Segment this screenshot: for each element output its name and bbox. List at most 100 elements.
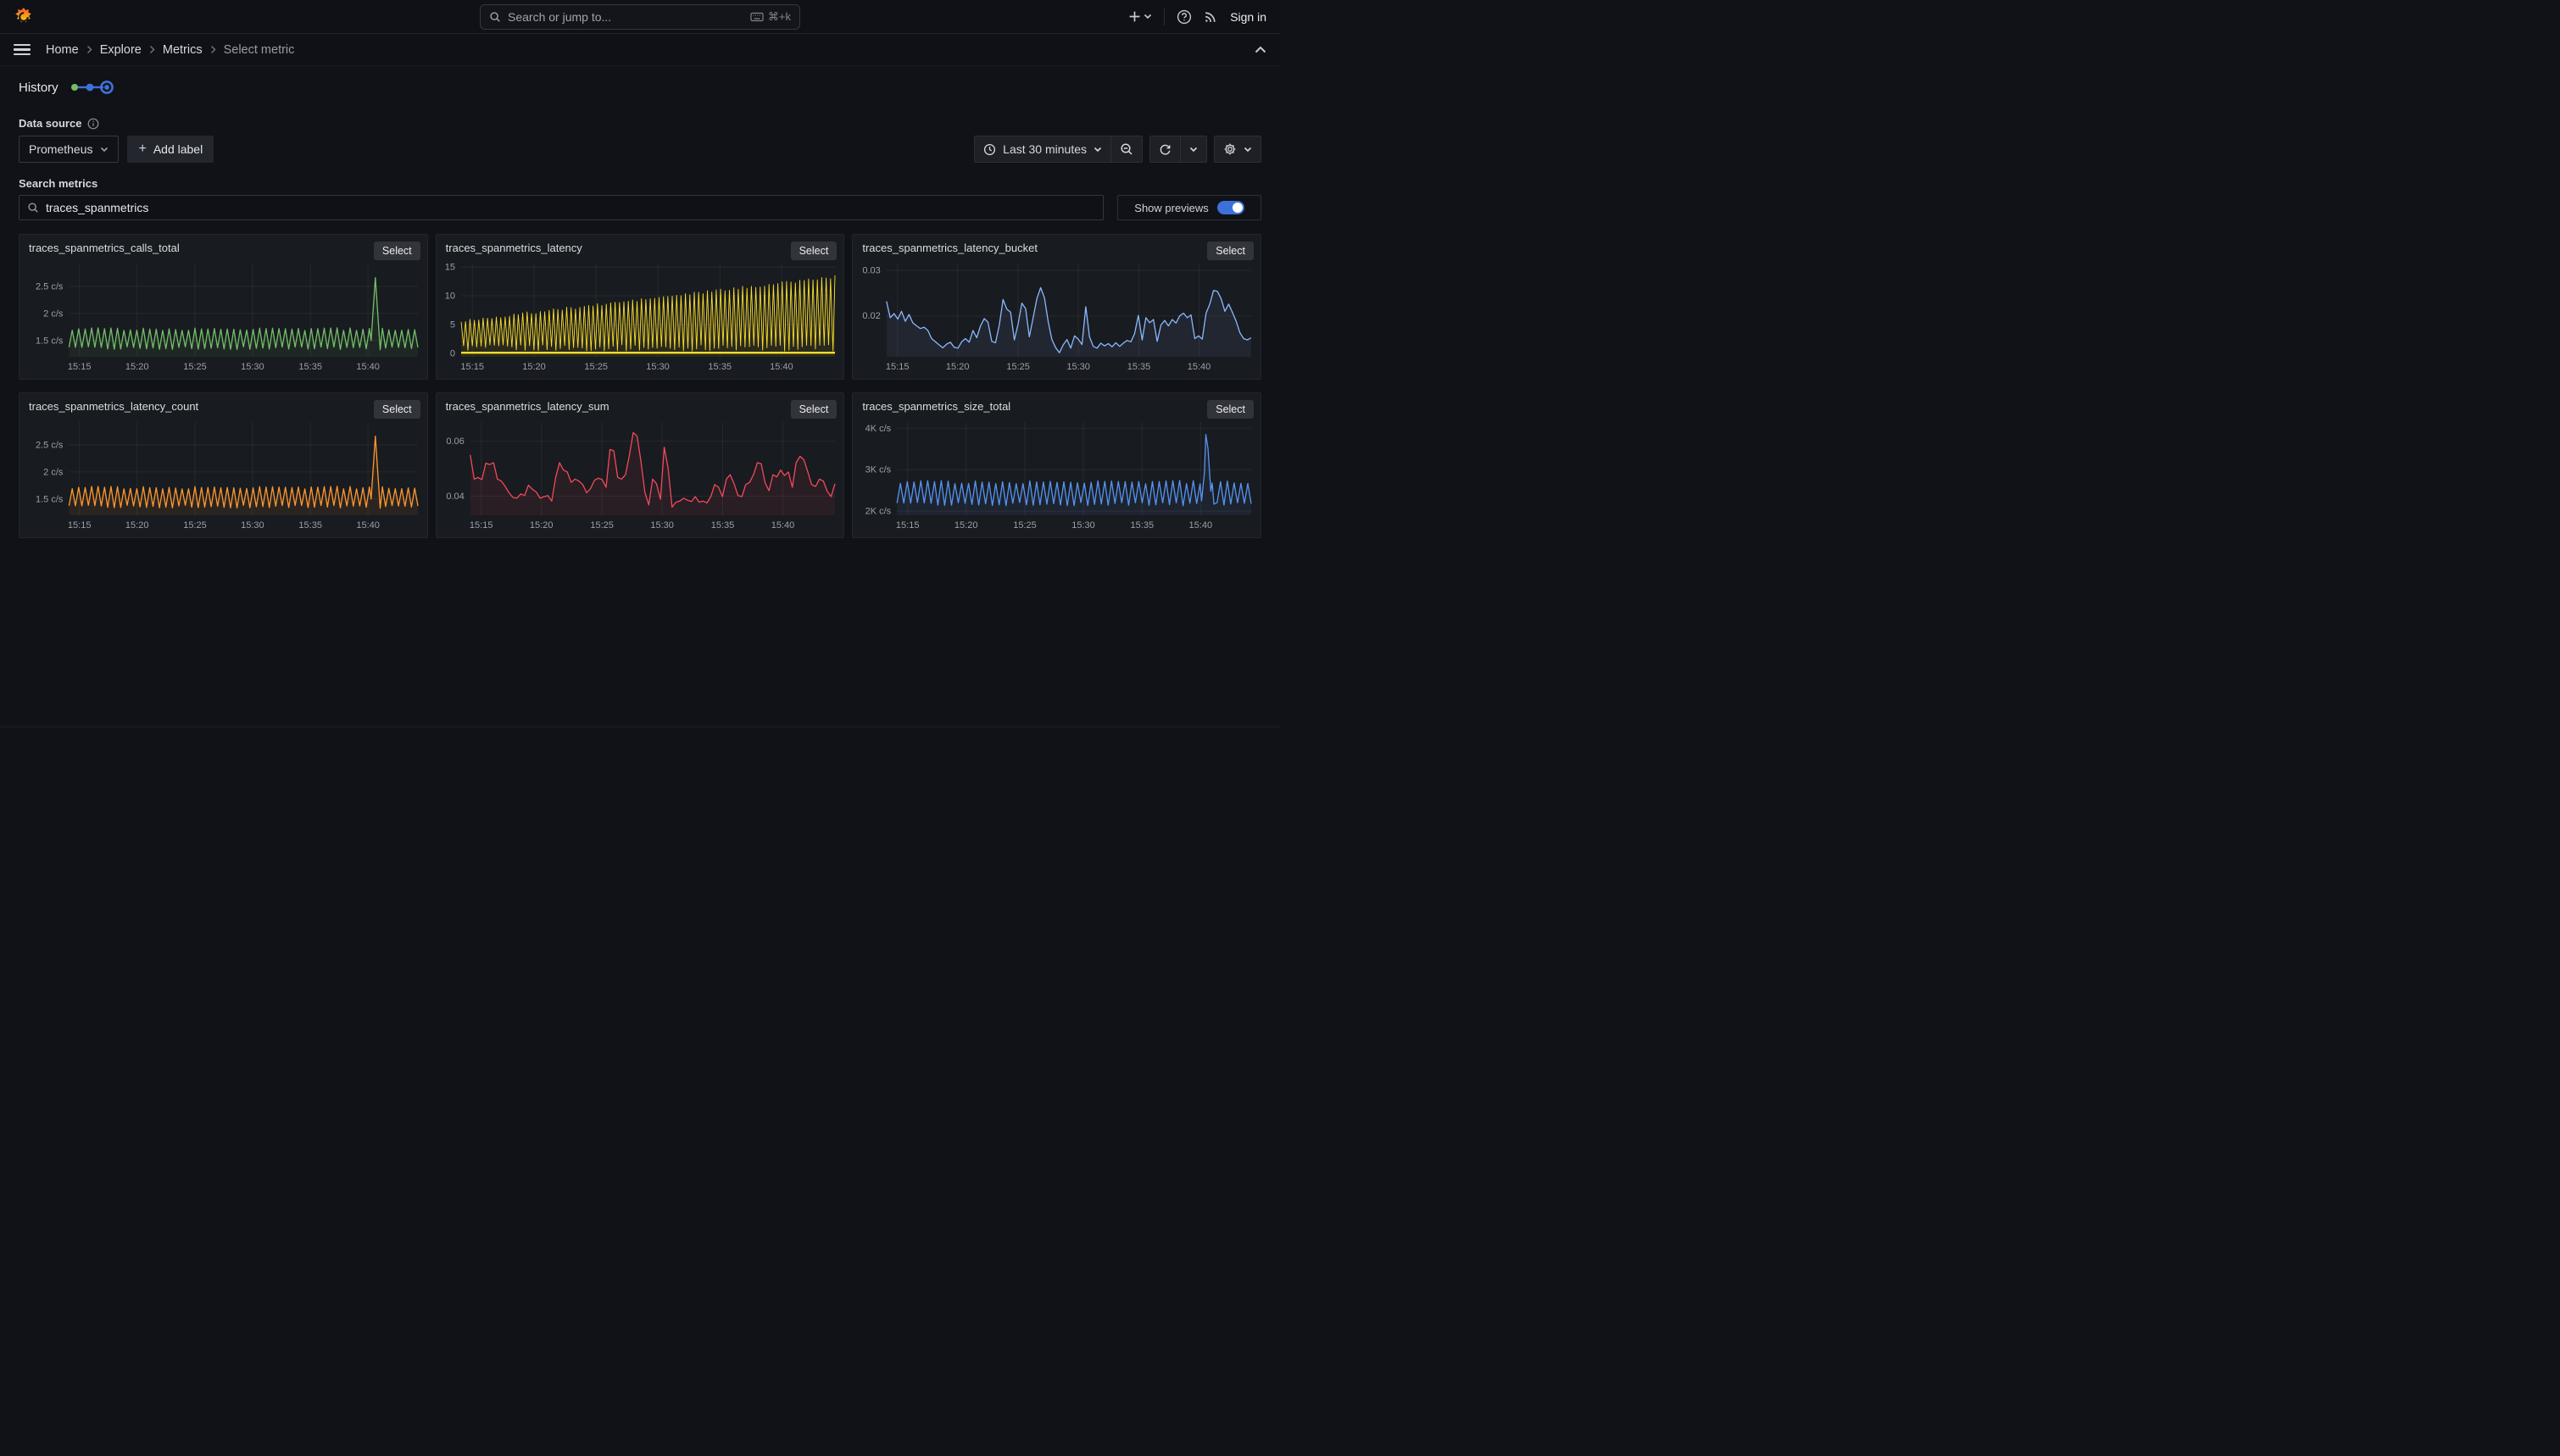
select-metric-button[interactable]: Select xyxy=(1207,400,1254,419)
svg-text:1.5 c/s: 1.5 c/s xyxy=(36,494,64,504)
metric-panel: traces_spanmetrics_latency_count Select … xyxy=(19,392,428,538)
svg-text:2K c/s: 2K c/s xyxy=(865,507,892,517)
data-source-picker[interactable]: Prometheus xyxy=(19,136,119,163)
grafana-logo[interactable] xyxy=(14,7,34,27)
metric-panel: traces_spanmetrics_latency_bucket Select… xyxy=(852,234,1261,380)
breadcrumb-item[interactable]: Home xyxy=(46,43,79,57)
svg-text:15:30: 15:30 xyxy=(241,520,264,531)
menu-toggle-button[interactable] xyxy=(14,44,31,56)
svg-text:15:30: 15:30 xyxy=(1067,362,1091,372)
svg-text:15:20: 15:20 xyxy=(954,520,978,531)
svg-text:15:40: 15:40 xyxy=(356,520,380,531)
top-search[interactable]: Search or jump to... ⌘+k xyxy=(480,4,800,30)
add-label-button[interactable]: + Add label xyxy=(127,136,214,163)
time-range-label: Last 30 minutes xyxy=(1003,142,1087,156)
metrics-search-input[interactable] xyxy=(46,201,1095,214)
svg-text:15:20: 15:20 xyxy=(125,520,149,531)
svg-text:15:20: 15:20 xyxy=(530,520,554,531)
svg-text:15:30: 15:30 xyxy=(241,362,264,372)
refresh-button[interactable] xyxy=(1150,136,1180,162)
collapse-controls-button[interactable] xyxy=(1255,46,1266,53)
svg-text:15:40: 15:40 xyxy=(1188,362,1211,372)
plus-icon: + xyxy=(138,142,146,157)
time-range-picker[interactable]: Last 30 minutes xyxy=(975,136,1110,162)
history-steps-widget[interactable] xyxy=(69,79,114,96)
svg-text:2.5 c/s: 2.5 c/s xyxy=(36,440,64,450)
show-previews-toggle[interactable] xyxy=(1217,201,1244,214)
keyboard-shortcut-hint: ⌘+k xyxy=(750,10,791,24)
metric-preview-chart: 05101515:1515:2015:2515:3015:3515:40 xyxy=(441,258,839,375)
svg-text:2 c/s: 2 c/s xyxy=(43,308,64,319)
svg-text:0.06: 0.06 xyxy=(446,436,464,447)
metric-preview-chart: 2K c/s3K c/s4K c/s15:1515:2015:2515:3015… xyxy=(857,417,1255,534)
svg-text:15:25: 15:25 xyxy=(590,520,614,531)
svg-text:15:15: 15:15 xyxy=(896,520,920,531)
svg-text:0.02: 0.02 xyxy=(863,311,881,321)
svg-text:15:35: 15:35 xyxy=(298,362,322,372)
breadcrumb: Home Explore Metrics Select metric xyxy=(46,43,294,57)
svg-text:15:40: 15:40 xyxy=(356,362,380,372)
svg-text:15:30: 15:30 xyxy=(650,520,674,531)
breadcrumb-item[interactable]: Explore xyxy=(100,43,142,57)
metric-panel: traces_spanmetrics_latency_sum Select 0.… xyxy=(436,392,845,538)
rss-icon xyxy=(1204,9,1218,24)
clock-icon xyxy=(983,143,996,156)
svg-text:10: 10 xyxy=(444,292,454,302)
chevron-down-icon xyxy=(1244,147,1252,153)
horizontal-scrollbar[interactable] xyxy=(0,725,1280,728)
select-metric-button[interactable]: Select xyxy=(1207,242,1254,260)
svg-text:5: 5 xyxy=(450,320,455,331)
metric-preview-chart: 0.040.0615:1515:2015:2515:3015:3515:40 xyxy=(441,417,839,534)
svg-text:15:15: 15:15 xyxy=(886,362,910,372)
news-button[interactable] xyxy=(1204,9,1218,24)
metric-preview-chart: 0.020.0315:1515:2015:2515:3015:3515:40 xyxy=(857,258,1255,375)
svg-text:15:25: 15:25 xyxy=(1007,362,1031,372)
zoom-out-icon xyxy=(1120,142,1133,156)
metric-panel: traces_spanmetrics_calls_total Select 1.… xyxy=(19,234,428,380)
svg-text:15:20: 15:20 xyxy=(125,362,149,372)
toggle-knob xyxy=(1233,203,1243,213)
select-metric-button[interactable]: Select xyxy=(374,242,420,260)
svg-text:15:30: 15:30 xyxy=(1072,520,1096,531)
panel-title: traces_spanmetrics_latency_sum xyxy=(446,400,609,413)
svg-text:15:25: 15:25 xyxy=(1014,520,1038,531)
data-source-value: Prometheus xyxy=(29,142,92,156)
info-icon xyxy=(87,118,99,130)
show-previews-label: Show previews xyxy=(1134,202,1208,214)
svg-text:15:15: 15:15 xyxy=(470,520,493,531)
svg-text:15:35: 15:35 xyxy=(710,520,734,531)
search-metrics-label: Search metrics xyxy=(19,177,1261,190)
chevron-right-icon xyxy=(149,45,155,54)
select-metric-button[interactable]: Select xyxy=(791,400,838,419)
svg-text:15:35: 15:35 xyxy=(708,362,732,372)
chevron-right-icon xyxy=(86,45,92,54)
help-icon xyxy=(1177,9,1192,25)
chevron-down-icon xyxy=(1144,14,1152,19)
breadcrumb-bar: Home Explore Metrics Select metric xyxy=(0,34,1280,66)
show-previews-control: Show previews xyxy=(1117,195,1261,220)
svg-text:15:40: 15:40 xyxy=(771,520,794,531)
select-metric-button[interactable]: Select xyxy=(791,242,838,260)
keyboard-icon xyxy=(750,12,764,22)
history-label: History xyxy=(19,81,58,95)
refresh-interval-dropdown[interactable] xyxy=(1181,136,1206,162)
chevron-down-icon xyxy=(100,147,109,153)
metric-previews-grid: traces_spanmetrics_calls_total Select 1.… xyxy=(19,234,1261,538)
svg-text:15:20: 15:20 xyxy=(522,362,546,372)
svg-text:15:40: 15:40 xyxy=(770,362,793,372)
help-button[interactable] xyxy=(1177,9,1192,25)
svg-text:1.5 c/s: 1.5 c/s xyxy=(36,336,64,346)
metric-preview-chart: 1.5 c/s2 c/s2.5 c/s15:1515:2015:2515:301… xyxy=(24,258,422,375)
top-bar: Search or jump to... ⌘+k xyxy=(0,0,1280,34)
settings-button[interactable] xyxy=(1215,136,1261,162)
zoom-out-button[interactable] xyxy=(1111,136,1142,162)
sign-in-link[interactable]: Sign in xyxy=(1230,10,1266,24)
select-metric-button[interactable]: Select xyxy=(374,400,420,419)
breadcrumb-item: Select metric xyxy=(224,43,295,57)
new-menu-button[interactable] xyxy=(1128,10,1152,23)
svg-text:15:15: 15:15 xyxy=(460,362,484,372)
refresh-icon xyxy=(1159,143,1171,156)
search-icon xyxy=(27,202,39,214)
breadcrumb-item[interactable]: Metrics xyxy=(163,43,203,57)
panel-title: traces_spanmetrics_latency_bucket xyxy=(862,242,1038,254)
